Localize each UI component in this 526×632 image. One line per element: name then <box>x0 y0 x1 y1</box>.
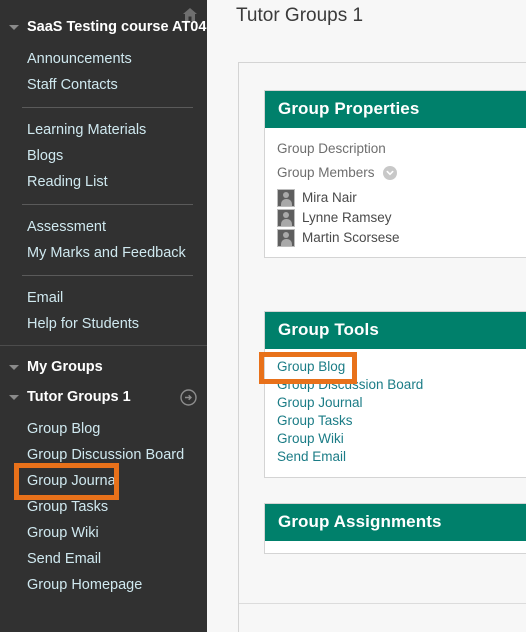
user-avatar-icon <box>277 228 295 247</box>
sidebar-item-my-groups[interactable]: My Groups <box>0 354 207 380</box>
arrow-right-circle-icon[interactable] <box>180 389 197 415</box>
sidebar-item-label: Send Email <box>27 551 102 567</box>
group-members-label: Group Members <box>277 165 526 183</box>
group-content-card: Group Properties Group Description Group… <box>238 62 526 632</box>
sidebar-item-label: Group Homepage <box>27 577 143 593</box>
group-assignments-panel: Group Assignments <box>264 503 526 554</box>
chevron-down-icon <box>9 365 19 370</box>
sidebar-divider <box>22 204 193 205</box>
group-assignments-body <box>265 541 526 553</box>
tool-link-group-discussion-board[interactable]: Group Discussion Board <box>277 376 526 394</box>
sidebar-item-send-email[interactable]: Send Email <box>0 546 207 572</box>
sidebar-group-tools-list: Group Blog Group Discussion Board Group … <box>0 416 207 598</box>
sidebar-top-list: Announcements Staff Contacts <box>0 46 207 98</box>
group-member-name: Mira Nair <box>302 190 357 205</box>
group-member-name: Martin Scorsese <box>302 230 400 245</box>
sidebar-item-label: Staff Contacts <box>27 77 118 93</box>
sidebar-item-group-wiki[interactable]: Group Wiki <box>0 520 207 546</box>
sidebar-assessment-list: Assessment My Marks and Feedback <box>0 214 207 266</box>
chevron-down-icon <box>9 25 19 30</box>
sidebar-item-label: Email <box>27 290 64 306</box>
user-avatar-icon <box>277 188 295 207</box>
sidebar-item-tutor-groups-1[interactable]: Tutor Groups 1 <box>0 384 207 410</box>
group-member-row[interactable]: Mira Nair <box>277 188 526 207</box>
group-tools-body: Group Blog Group Discussion Board Group … <box>265 349 526 477</box>
tool-link-group-wiki[interactable]: Group Wiki <box>277 430 526 448</box>
tool-link-group-tasks[interactable]: Group Tasks <box>277 412 526 430</box>
tool-link-send-email[interactable]: Send Email <box>277 448 526 466</box>
course-navigation-sidebar: SaaS Testing course AT04 Announcements S… <box>0 0 207 632</box>
sidebar-item-label: Help for Students <box>27 316 140 332</box>
group-properties-body: Group Description Group Members Mira Nai… <box>265 128 526 257</box>
group-properties-panel: Group Properties Group Description Group… <box>264 90 526 258</box>
group-assignments-heading: Group Assignments <box>265 504 526 541</box>
sidebar-item-label: Learning Materials <box>27 122 147 138</box>
group-member-row[interactable]: Lynne Ramsey <box>277 208 526 227</box>
sidebar-item-blogs[interactable]: Blogs <box>0 143 207 169</box>
sidebar-item-label: Group Discussion Board <box>27 447 185 463</box>
tool-link-group-blog[interactable]: Group Blog <box>277 358 526 376</box>
tool-link-group-journal[interactable]: Group Journal <box>277 394 526 412</box>
sidebar-item-email[interactable]: Email <box>0 285 207 311</box>
group-tools-panel: Group Tools Group Blog Group Discussion … <box>264 311 526 478</box>
group-description-label: Group Description <box>277 141 386 156</box>
group-member-row[interactable]: Martin Scorsese <box>277 228 526 247</box>
chevron-down-icon <box>9 395 19 400</box>
page-title: Tutor Groups 1 <box>236 5 364 26</box>
sidebar-item-label: Group Journal <box>27 473 119 489</box>
group-tools-heading: Group Tools <box>265 312 526 349</box>
sidebar-course-title[interactable]: SaaS Testing course AT04 <box>0 14 207 40</box>
main-content-area: Tutor Groups 1 Group Properties Group De… <box>207 0 526 632</box>
chevron-down-circle-icon[interactable] <box>383 166 398 183</box>
sidebar-item-label: Reading List <box>27 174 108 190</box>
sidebar-materials-list: Learning Materials Blogs Reading List <box>0 117 207 195</box>
sidebar-item-label: Group Blog <box>27 421 101 437</box>
sidebar-item-assessment[interactable]: Assessment <box>0 214 207 240</box>
sidebar-item-label: My Marks and Feedback <box>27 245 186 261</box>
sidebar-item-label: My Groups <box>27 359 103 375</box>
home-icon[interactable] <box>181 6 199 29</box>
sidebar-item-group-journal[interactable]: Group Journal <box>0 468 207 494</box>
sidebar-item-learning-materials[interactable]: Learning Materials <box>0 117 207 143</box>
sidebar-divider <box>22 107 193 108</box>
sidebar-course-title-label: SaaS Testing course AT04 <box>27 19 207 35</box>
sidebar-item-label: Blogs <box>27 148 64 164</box>
user-avatar-icon <box>277 208 295 227</box>
group-member-name: Lynne Ramsey <box>302 210 392 225</box>
sidebar-item-label: Announcements <box>27 51 132 67</box>
sidebar-support-list: Email Help for Students <box>0 285 207 337</box>
sidebar-item-reading-list[interactable]: Reading List <box>0 169 207 195</box>
sidebar-item-help-for-students[interactable]: Help for Students <box>0 311 207 337</box>
sidebar-item-label: Group Tasks <box>27 499 109 515</box>
group-members-text: Group Members <box>277 165 375 180</box>
group-properties-heading: Group Properties <box>265 91 526 128</box>
sidebar-item-announcements[interactable]: Announcements <box>0 46 207 72</box>
sidebar-item-my-marks-and-feedback[interactable]: My Marks and Feedback <box>0 240 207 266</box>
sidebar-item-label: Group Wiki <box>27 525 99 541</box>
sidebar-item-label: Tutor Groups 1 <box>27 389 131 405</box>
sidebar-item-group-blog[interactable]: Group Blog <box>0 416 207 442</box>
sidebar-divider <box>22 275 193 276</box>
sidebar-item-label: Assessment <box>27 219 106 235</box>
sidebar-item-group-tasks[interactable]: Group Tasks <box>0 494 207 520</box>
card-bottom-divider <box>239 603 526 604</box>
sidebar-item-group-discussion-board[interactable]: Group Discussion Board <box>0 442 207 468</box>
sidebar-item-staff-contacts[interactable]: Staff Contacts <box>0 72 207 98</box>
sidebar-section-divider <box>0 345 207 346</box>
sidebar-item-group-homepage[interactable]: Group Homepage <box>0 572 207 598</box>
